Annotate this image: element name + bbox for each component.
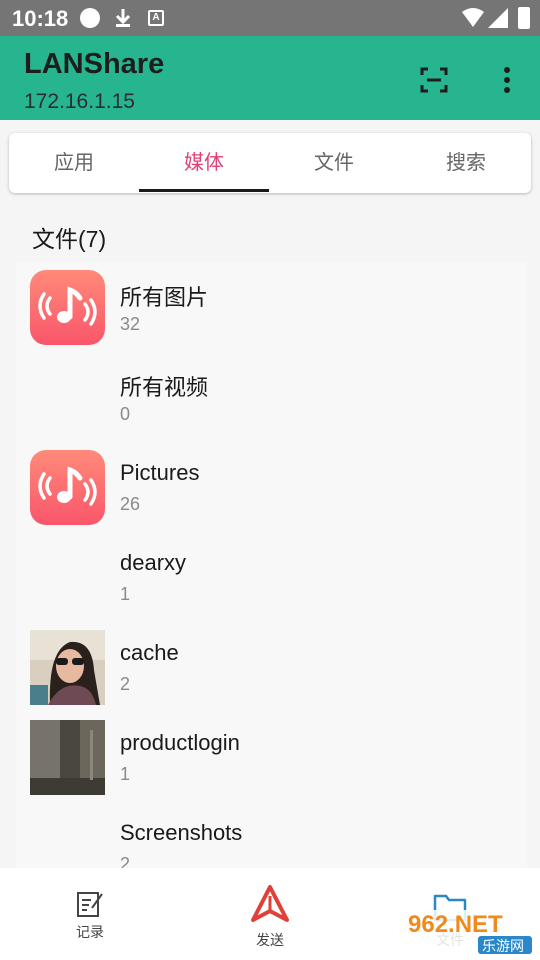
folder-list: 所有图片 32 所有视频 0 Pictures 26 dearxy 1 cach… bbox=[16, 262, 527, 868]
list-item[interactable]: Screenshots 2 bbox=[16, 802, 527, 868]
watermark-logo: 962.NET 乐游网 bbox=[402, 910, 532, 955]
tab-files[interactable]: 文件 bbox=[269, 133, 399, 193]
download-icon bbox=[115, 9, 131, 27]
scan-button[interactable] bbox=[416, 62, 452, 98]
more-vert-icon bbox=[504, 67, 510, 93]
item-name: cache bbox=[120, 640, 179, 665]
portrait-photo-thumbnail bbox=[30, 630, 105, 705]
list-item[interactable]: cache 2 bbox=[16, 622, 527, 712]
status-time: 10:18 bbox=[12, 6, 69, 31]
list-item[interactable]: Pictures 26 bbox=[16, 442, 527, 532]
item-name: productlogin bbox=[120, 730, 240, 755]
item-name: Screenshots bbox=[120, 820, 243, 845]
nav-send-label: 发送 bbox=[256, 932, 284, 948]
app-title: LANShare bbox=[24, 48, 165, 80]
item-name: Pictures bbox=[120, 460, 200, 485]
item-count: 1 bbox=[120, 764, 131, 784]
list-item[interactable]: 所有视频 0 bbox=[16, 352, 527, 442]
notification-dot-icon bbox=[80, 8, 100, 28]
section-title: 文件(7) bbox=[32, 226, 107, 252]
item-name: 所有视频 bbox=[120, 375, 209, 400]
nav-records-label: 记录 bbox=[76, 924, 104, 940]
watermark-bottom-text: 乐游网 bbox=[482, 939, 524, 955]
item-count: 2 bbox=[120, 674, 131, 694]
watermark-top-text: 962.NET bbox=[408, 911, 503, 938]
music-app-icon bbox=[30, 270, 105, 345]
tab-bar: 应用 媒体 文件 搜索 bbox=[9, 133, 531, 193]
tab-search[interactable]: 搜索 bbox=[401, 133, 531, 193]
more-options-button[interactable] bbox=[494, 62, 520, 98]
list-item[interactable]: 所有图片 32 bbox=[16, 262, 527, 352]
battery-icon bbox=[518, 7, 530, 29]
nav-records[interactable]: 记录 bbox=[50, 868, 130, 960]
tab-media[interactable]: 媒体 bbox=[139, 133, 269, 193]
room-photo-thumbnail bbox=[30, 720, 105, 795]
nav-send[interactable]: 发送 bbox=[230, 868, 310, 960]
active-tab-indicator bbox=[139, 189, 269, 192]
item-count: 32 bbox=[120, 314, 141, 334]
wifi-icon bbox=[462, 8, 484, 27]
records-icon bbox=[77, 892, 103, 917]
tab-apps[interactable]: 应用 bbox=[9, 133, 139, 193]
list-item[interactable]: dearxy 1 bbox=[16, 532, 527, 622]
app-bar: LANShare 172.16.1.15 bbox=[0, 36, 540, 120]
item-count: 2 bbox=[120, 854, 131, 868]
status-bar: 10:18 A bbox=[0, 0, 540, 36]
item-name: dearxy bbox=[120, 550, 187, 575]
app-notification-icon: A bbox=[148, 10, 164, 26]
item-name: 所有图片 bbox=[120, 285, 209, 310]
item-count: 1 bbox=[120, 584, 131, 604]
send-icon bbox=[251, 885, 289, 922]
scan-icon bbox=[420, 67, 448, 93]
item-count: 0 bbox=[120, 404, 131, 424]
ip-address: 172.16.1.15 bbox=[24, 90, 135, 113]
item-count: 26 bbox=[120, 494, 141, 514]
music-app-icon bbox=[30, 450, 105, 525]
signal-icon bbox=[488, 8, 508, 28]
list-item[interactable]: productlogin 1 bbox=[16, 712, 527, 802]
